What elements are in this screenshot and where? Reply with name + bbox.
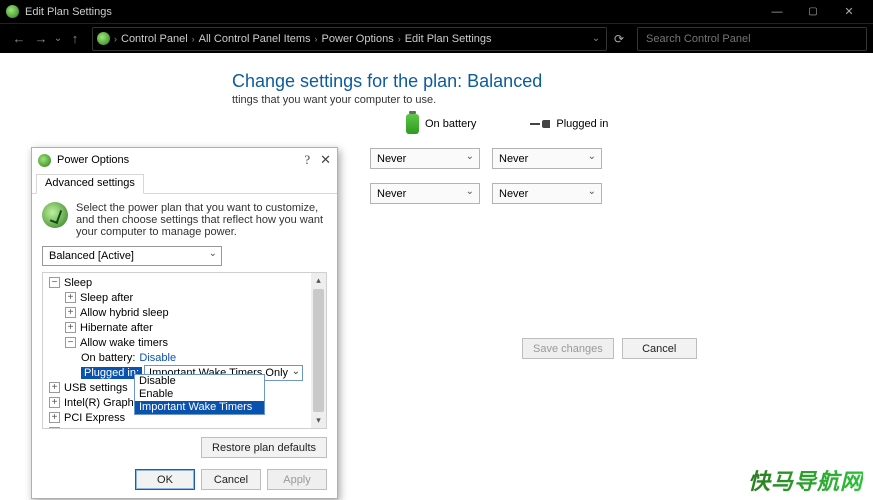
dialog-description-row: Select the power plan that you want to c… bbox=[42, 202, 327, 238]
window-titlebar: Edit Plan Settings bbox=[0, 0, 873, 23]
page-content: Change settings for the plan: Balanced t… bbox=[0, 53, 873, 500]
watermark: 快马导航网 bbox=[748, 464, 863, 496]
power-icon bbox=[38, 154, 51, 167]
tree-label: PCI Express bbox=[64, 412, 125, 424]
dialog-close-button[interactable] bbox=[320, 152, 331, 168]
plugged-in-label: Plugged in bbox=[556, 118, 608, 130]
settings-tree[interactable]: Sleep Sleep after Allow hybrid sleep Hib… bbox=[42, 272, 327, 429]
dialog-body: Select the power plan that you want to c… bbox=[32, 194, 337, 437]
apply-button[interactable]: Apply bbox=[267, 469, 327, 490]
expand-icon[interactable] bbox=[49, 427, 60, 429]
forward-button[interactable] bbox=[30, 28, 52, 50]
back-button[interactable] bbox=[8, 28, 30, 50]
display-off-plugged-select[interactable]: Never bbox=[492, 148, 602, 169]
power-options-dialog: Power Options ? Advanced settings Select… bbox=[31, 147, 338, 499]
address-dropdown-icon[interactable] bbox=[590, 33, 602, 44]
expand-icon[interactable] bbox=[65, 292, 76, 303]
expand-icon[interactable] bbox=[65, 322, 76, 333]
window-controls bbox=[759, 1, 867, 23]
expand-icon[interactable] bbox=[65, 307, 76, 318]
expand-icon[interactable] bbox=[49, 382, 60, 393]
navbar: Control Panel All Control Panel Items Po… bbox=[0, 23, 873, 53]
plugged-in-header: Plugged in bbox=[530, 118, 608, 130]
on-battery-header: On battery bbox=[406, 114, 476, 134]
page-footer-buttons: Save changes Cancel bbox=[522, 338, 697, 359]
tree-node-sleep-after[interactable]: Sleep after bbox=[45, 290, 324, 305]
tree-label: Sleep after bbox=[80, 292, 133, 304]
history-dropdown-icon[interactable] bbox=[52, 33, 64, 44]
page-title: Change settings for the plan: Balanced bbox=[232, 71, 873, 92]
dropdown-option-enable[interactable]: Enable bbox=[135, 388, 264, 401]
on-battery-label: On battery bbox=[425, 118, 476, 130]
ok-button[interactable]: OK bbox=[135, 469, 195, 490]
dialog-footer: OK Cancel Apply bbox=[135, 469, 327, 490]
dropdown-option-disable[interactable]: Disable bbox=[135, 375, 264, 388]
tree-value[interactable]: Disable bbox=[139, 352, 176, 364]
close-window-button[interactable] bbox=[831, 1, 867, 23]
wake-plugged-in-dropdown[interactable]: Disable Enable Important Wake Timers Onl… bbox=[134, 374, 265, 415]
address-bar[interactable]: Control Panel All Control Panel Items Po… bbox=[92, 27, 607, 51]
search-input[interactable] bbox=[637, 27, 867, 51]
tree-label: Sleep bbox=[64, 277, 92, 289]
tree-node-allow-wake-timers[interactable]: Allow wake timers bbox=[45, 335, 324, 350]
tab-advanced-settings[interactable]: Advanced settings bbox=[36, 174, 144, 194]
tree-node-hibernate-after[interactable]: Hibernate after bbox=[45, 320, 324, 335]
battery-icon bbox=[406, 114, 419, 134]
breadcrumb-power-options[interactable]: Power Options bbox=[322, 33, 394, 45]
maximize-button[interactable] bbox=[795, 1, 831, 23]
tree-node-allow-hybrid-sleep[interactable]: Allow hybrid sleep bbox=[45, 305, 324, 320]
tree-label: USB settings bbox=[64, 382, 128, 394]
page-subtitle: ttings that you want your computer to us… bbox=[232, 94, 873, 106]
breadcrumb-edit-plan[interactable]: Edit Plan Settings bbox=[405, 33, 492, 45]
dropdown-option-important[interactable]: Important Wake Timers Only bbox=[135, 401, 264, 414]
chevron-right-icon bbox=[398, 34, 401, 44]
dialog-titlebar: Power Options ? bbox=[32, 148, 337, 172]
breadcrumb-control-panel[interactable]: Control Panel bbox=[121, 33, 188, 45]
collapse-icon[interactable] bbox=[49, 277, 60, 288]
tree-label-selected: Plugged in: bbox=[81, 367, 142, 379]
chevron-right-icon bbox=[192, 34, 195, 44]
breadcrumb-all-items[interactable]: All Control Panel Items bbox=[199, 33, 311, 45]
sleep-battery-select[interactable]: Never bbox=[370, 183, 480, 204]
chevron-right-icon bbox=[114, 34, 117, 44]
column-headers: On battery Plugged in bbox=[406, 114, 873, 134]
save-changes-button[interactable]: Save changes bbox=[522, 338, 614, 359]
display-off-row: Never Never bbox=[370, 148, 873, 169]
tree-label: Hibernate after bbox=[80, 322, 153, 334]
tree-node-wake-on-battery[interactable]: On battery: Disable bbox=[45, 350, 324, 365]
scroll-down-icon[interactable]: ▾ bbox=[311, 413, 326, 428]
scrollbar-thumb[interactable] bbox=[313, 289, 324, 412]
scroll-up-icon[interactable]: ▴ bbox=[311, 273, 326, 288]
window-title: Edit Plan Settings bbox=[25, 6, 112, 18]
display-off-battery-select[interactable]: Never bbox=[370, 148, 480, 169]
plan-select[interactable]: Balanced [Active] bbox=[42, 246, 222, 266]
dialog-cancel-button[interactable]: Cancel bbox=[201, 469, 261, 490]
tree-label: Allow hybrid sleep bbox=[80, 307, 169, 319]
expand-icon[interactable] bbox=[49, 412, 60, 423]
refresh-button[interactable] bbox=[607, 32, 631, 46]
power-icon bbox=[97, 32, 110, 45]
sleep-plugged-select[interactable]: Never bbox=[492, 183, 602, 204]
cancel-button[interactable]: Cancel bbox=[622, 338, 697, 359]
tree-node-processor-power[interactable]: Processor power management bbox=[45, 425, 324, 429]
collapse-icon[interactable] bbox=[65, 337, 76, 348]
tree-scrollbar[interactable]: ▴ ▾ bbox=[311, 273, 326, 428]
expand-icon[interactable] bbox=[49, 397, 60, 408]
tree-label: On battery: bbox=[81, 352, 135, 364]
power-plan-icon bbox=[42, 202, 68, 228]
minimize-button[interactable] bbox=[759, 1, 795, 23]
chevron-right-icon bbox=[315, 34, 318, 44]
dialog-title: Power Options bbox=[57, 154, 129, 166]
tree-node-sleep[interactable]: Sleep bbox=[45, 275, 324, 290]
help-button[interactable]: ? bbox=[304, 152, 310, 168]
plug-icon bbox=[530, 118, 550, 130]
up-button[interactable] bbox=[64, 28, 86, 50]
restore-plan-defaults-button[interactable]: Restore plan defaults bbox=[201, 437, 327, 458]
tree-label: Allow wake timers bbox=[80, 337, 168, 349]
power-icon bbox=[6, 5, 19, 18]
sleep-row: Never Never bbox=[370, 183, 873, 204]
dialog-description: Select the power plan that you want to c… bbox=[76, 202, 327, 238]
dialog-tabs: Advanced settings bbox=[32, 172, 337, 194]
